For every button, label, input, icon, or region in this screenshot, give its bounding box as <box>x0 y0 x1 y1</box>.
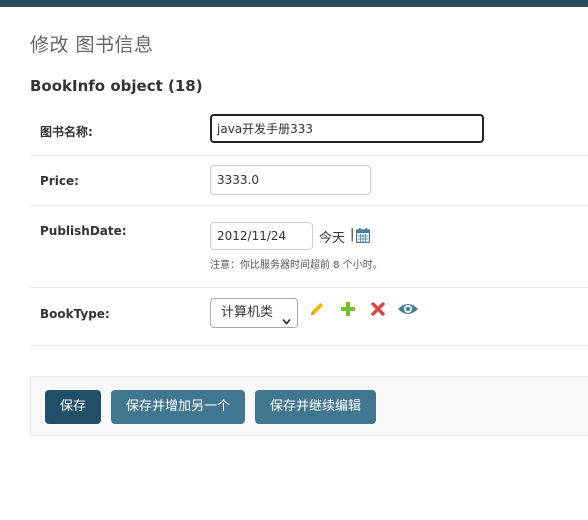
publish-date-input[interactable] <box>210 222 313 250</box>
close-icon[interactable] <box>369 300 387 318</box>
name-label: 图书名称: <box>40 125 93 139</box>
plus-icon[interactable] <box>339 300 357 318</box>
page-title: 修改 图书信息 <box>30 34 154 56</box>
book-type-select[interactable]: 计算机类 <box>210 298 298 328</box>
separator: | <box>350 227 355 242</box>
price-label: Price: <box>40 174 79 188</box>
eye-icon[interactable] <box>397 300 419 318</box>
save-and-continue-button[interactable]: 保存并继续编辑 <box>255 390 376 424</box>
field-row-book-type: BookType: 计算机类 <box>30 288 588 346</box>
header-bar <box>0 0 588 7</box>
publish-date-label: PublishDate: <box>40 224 127 238</box>
calendar-icon[interactable] <box>355 228 371 244</box>
book-type-label: BookType: <box>40 307 110 321</box>
name-input[interactable] <box>210 114 484 143</box>
pencil-icon[interactable] <box>308 300 326 318</box>
field-row-price: Price: <box>30 156 588 206</box>
save-button[interactable]: 保存 <box>45 390 101 424</box>
today-link[interactable]: 今天 <box>319 227 345 246</box>
help-text: 注意：你比服务器时间超前 8 个小时。 <box>210 260 383 271</box>
book-type-selected: 计算机类 <box>221 305 274 320</box>
object-title: BookInfo object (18) <box>30 77 203 95</box>
chevron-down-icon <box>282 309 291 325</box>
field-row-name: 图书名称: <box>30 103 588 156</box>
price-input[interactable] <box>210 165 371 195</box>
field-row-publish-date: PublishDate: 今天 | 注意：你比服务器时间超前 8 个小时。 <box>30 206 588 288</box>
save-and-add-another-button[interactable]: 保存并增加另一个 <box>111 390 245 424</box>
submit-row: 保存 保存并增加另一个 保存并继续编辑 <box>30 376 588 436</box>
